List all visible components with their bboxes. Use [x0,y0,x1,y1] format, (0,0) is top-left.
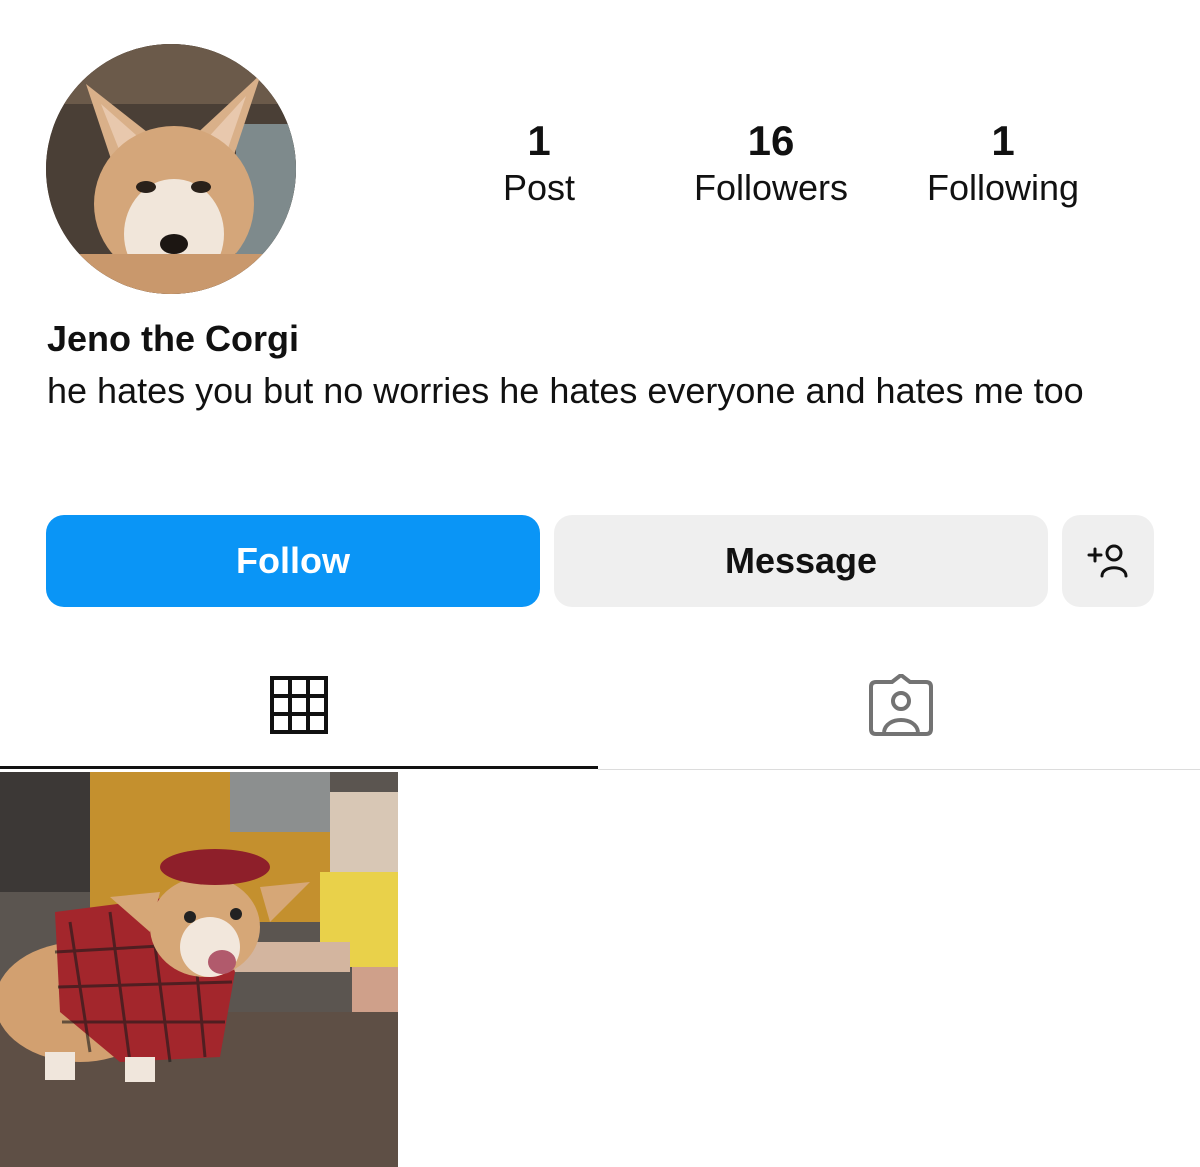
corgi-avatar-image [46,44,296,294]
suggest-user-button[interactable] [1062,515,1154,607]
posts-label: Post [502,167,576,208]
tab-tagged[interactable] [602,640,1200,770]
following-label: Following [926,167,1080,208]
posts-count: 1 [527,117,551,164]
stat-following[interactable]: 1 Following [893,118,1113,212]
active-tab-indicator [0,766,598,769]
tab-divider [598,769,1200,770]
grid-icon [270,676,328,734]
tab-posts-grid[interactable] [0,640,598,770]
post-thumbnail[interactable] [0,772,398,1167]
followers-label: Followers [693,167,849,208]
follow-button[interactable]: Follow [46,515,540,607]
following-count: 1 [991,117,1015,164]
stat-followers[interactable]: 16 Followers [661,118,881,212]
profile-bio: he hates you but no worries he hates eve… [47,370,1084,411]
message-button[interactable]: Message [554,515,1048,607]
profile-avatar[interactable] [46,44,296,294]
profile-name: Jeno the Corgi [47,318,300,359]
corgi-post-image [0,772,398,1167]
stat-posts: 1 Post [429,118,649,212]
tagged-person-icon [869,674,933,736]
add-user-icon [1087,544,1128,578]
followers-count: 16 [747,117,795,164]
